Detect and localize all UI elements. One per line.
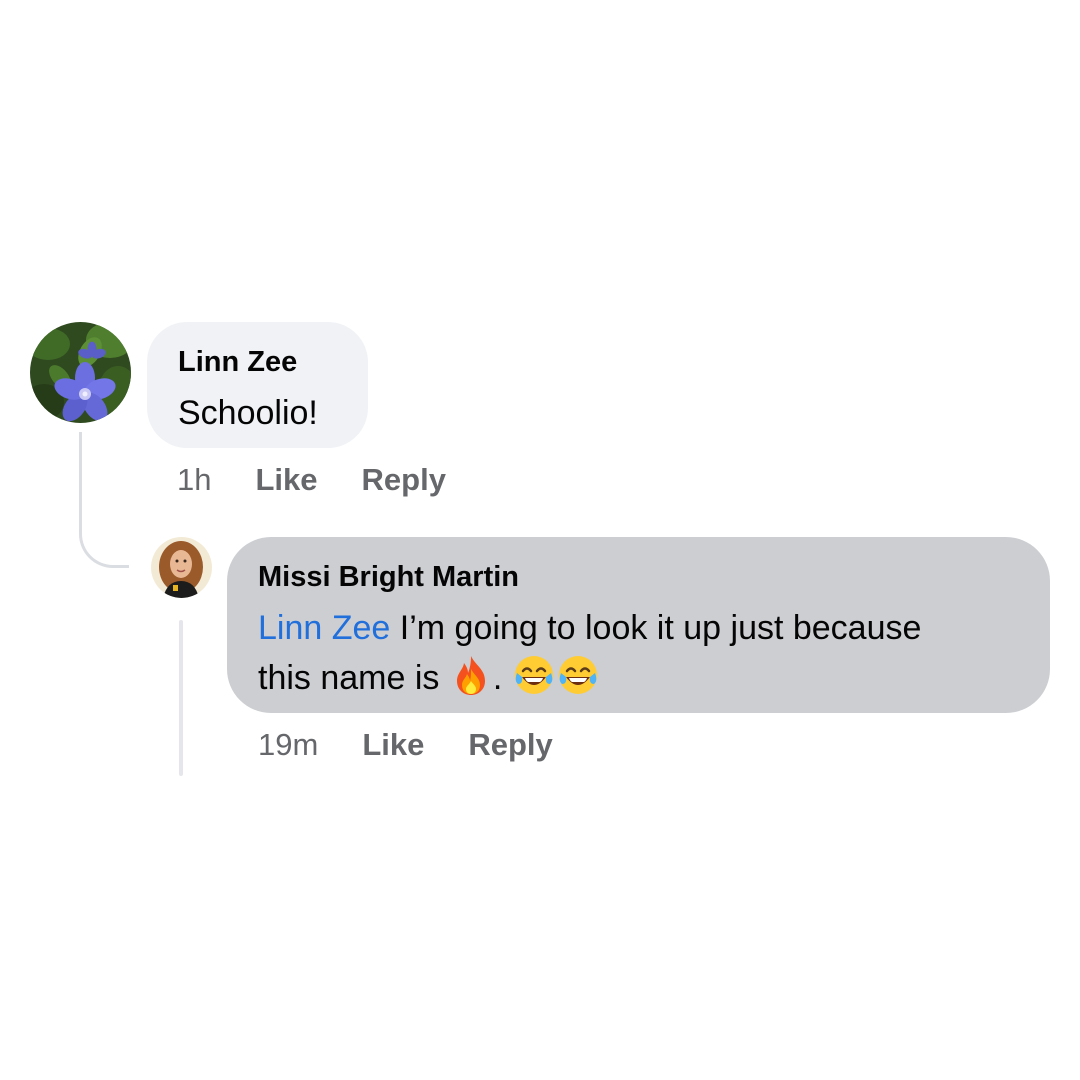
comment-text-line1: I’m going to look it up just because — [390, 609, 922, 647]
comment-thread: Linn Zee Schoolio! 1h Like Reply Missi B… — [0, 0, 1080, 1080]
comment-text: Linn Zee I’m going to look it up just be… — [258, 603, 1020, 703]
tears-of-joy-emoji — [512, 653, 556, 697]
comment-bubble: Missi Bright Martin Linn Zee I’m going t… — [227, 537, 1050, 713]
thread-connector-line — [179, 620, 183, 776]
fire-emoji — [449, 653, 493, 697]
tears-of-joy-emoji — [556, 653, 600, 697]
comment-text-line2: this name is — [258, 659, 449, 697]
like-button[interactable]: Like — [362, 727, 424, 763]
comment-actions: 1h Like Reply — [177, 462, 446, 498]
comment-timestamp[interactable]: 1h — [177, 462, 211, 498]
comment-punct: . — [492, 659, 503, 697]
avatar[interactable] — [30, 322, 131, 423]
comment-author[interactable]: Missi Bright Martin — [258, 559, 1020, 595]
mention-link[interactable]: Linn Zee — [258, 609, 390, 647]
thread-connector-curve — [79, 432, 129, 568]
avatar[interactable] — [151, 537, 212, 598]
comment-timestamp[interactable]: 19m — [258, 727, 318, 763]
avatar-person-image — [151, 537, 212, 598]
like-button[interactable]: Like — [255, 462, 317, 498]
avatar-flower-image — [30, 322, 131, 423]
reply-button[interactable]: Reply — [362, 462, 446, 498]
comment-actions: 19m Like Reply — [258, 727, 553, 763]
comment-text: Schoolio! — [178, 394, 318, 432]
comment-bubble: Linn Zee Schoolio! — [147, 322, 368, 448]
reply-button[interactable]: Reply — [468, 727, 552, 763]
comment-author[interactable]: Linn Zee — [178, 344, 338, 380]
